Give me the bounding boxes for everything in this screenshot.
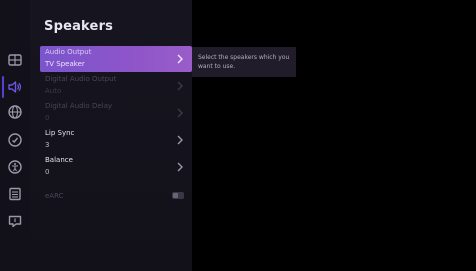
menu-item-value: 3 (45, 141, 50, 149)
chevron-right-icon (176, 80, 184, 92)
chevron-right-icon (176, 134, 184, 146)
settings-panel: Speakers Audio Output TV Speaker Digital… (0, 0, 192, 271)
menu-item-label: Digital Audio Output (45, 75, 117, 83)
menu-item-digital-audio-output[interactable]: Digital Audio Output Auto (40, 73, 192, 99)
menu-item-value: 0 (45, 168, 50, 176)
menu-item-digital-audio-delay[interactable]: Digital Audio Delay 0 (40, 100, 192, 126)
tv-settings-screen: Speakers Audio Output TV Speaker Digital… (0, 0, 476, 271)
tooltip-text: Select the speakers which you want to us… (198, 54, 290, 70)
input-source-icon[interactable] (7, 52, 23, 68)
support-icon[interactable] (7, 213, 23, 229)
toggle-knob (173, 193, 178, 198)
menu-item-label: Balance (45, 156, 73, 164)
menu-item-label: Lip Sync (45, 129, 75, 137)
chevron-right-icon (176, 107, 184, 119)
sound-icon[interactable] (7, 79, 23, 95)
chevron-right-icon (176, 161, 184, 173)
menu-item-label: Audio Output (45, 48, 92, 56)
menu-item-value: Auto (45, 87, 62, 95)
menu-item-value: TV Speaker (45, 60, 85, 68)
privacy-icon[interactable] (7, 132, 23, 148)
help-tooltip: Select the speakers which you want to us… (192, 47, 296, 77)
system-icon[interactable] (7, 186, 23, 202)
earc-toggle[interactable] (172, 192, 184, 199)
settings-category-rail (0, 0, 30, 271)
network-icon[interactable] (7, 104, 23, 120)
menu-item-lip-sync[interactable]: Lip Sync 3 (40, 127, 192, 153)
page-title: Speakers (44, 19, 114, 34)
chevron-right-icon (176, 53, 184, 65)
menu-item-earc[interactable]: eARC (40, 184, 192, 210)
menu-item-audio-output[interactable]: Audio Output TV Speaker (40, 46, 192, 72)
accessibility-icon[interactable] (7, 159, 23, 175)
active-category-indicator (2, 76, 4, 98)
menu-item-value: 0 (45, 114, 50, 122)
menu-item-balance[interactable]: Balance 0 (40, 154, 192, 180)
menu-item-label: Digital Audio Delay (45, 102, 113, 110)
menu-item-label: eARC (45, 192, 64, 200)
